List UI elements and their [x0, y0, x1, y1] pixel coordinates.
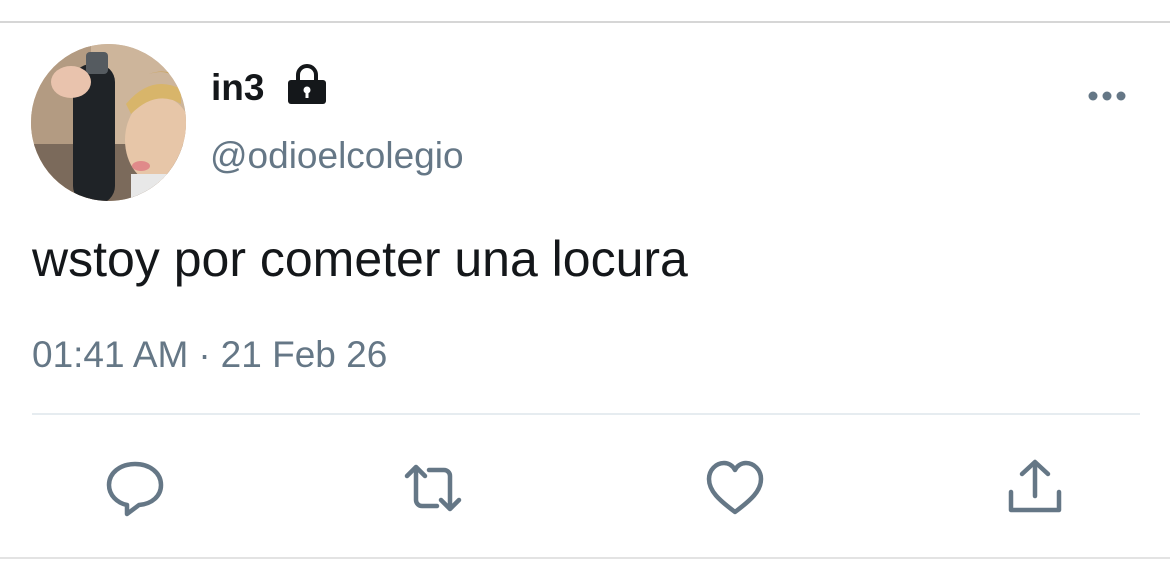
avatar-image	[31, 44, 186, 201]
top-divider	[0, 21, 1170, 23]
timestamp-separator: ·	[198, 334, 211, 375]
share-icon	[1008, 459, 1062, 513]
like-button[interactable]	[705, 458, 765, 518]
retweet-button[interactable]	[403, 458, 463, 518]
user-handle[interactable]: @odioelcolegio	[210, 132, 464, 180]
bottom-divider	[0, 557, 1170, 559]
display-name[interactable]: in3	[211, 64, 264, 112]
retweet-icon	[404, 464, 462, 512]
share-button[interactable]	[1005, 458, 1065, 518]
tweet-timestamp: 01:41 AM · 21 Feb 26	[32, 332, 387, 378]
reply-icon	[106, 461, 164, 517]
lock-icon	[288, 64, 326, 104]
heart-icon	[706, 460, 764, 515]
tweet-text: wstoy por cometer una locura	[32, 231, 688, 287]
tweet-time: 01:41 AM	[32, 334, 189, 375]
more-horizontal-icon[interactable]	[1085, 84, 1129, 108]
reply-button[interactable]	[105, 458, 165, 518]
tweet-date: 21 Feb 26	[220, 334, 388, 375]
actions-divider	[32, 413, 1140, 415]
avatar[interactable]	[31, 44, 186, 201]
